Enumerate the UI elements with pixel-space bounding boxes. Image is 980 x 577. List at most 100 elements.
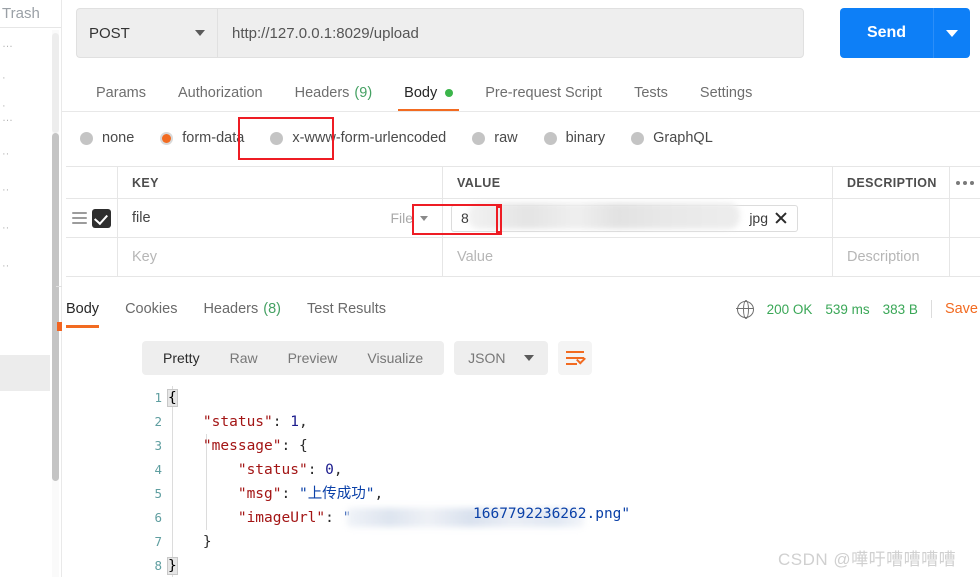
tab-pre-request-script[interactable]: Pre-request Script [469,74,618,112]
file-name-prefix: 8 [461,210,469,226]
status-code: 200 OK [766,301,813,317]
sidebar-list-item[interactable]: … [2,112,20,124]
tab-body[interactable]: Body [388,74,469,112]
chevron-down-icon [946,29,958,37]
tab-headers[interactable]: Headers (9) [279,74,389,112]
body-type-graphql[interactable]: GraphQL [631,130,713,146]
header-cell-value: VALUE [443,167,833,198]
response-tab-cookies[interactable]: Cookies [125,292,177,326]
format-pretty[interactable]: Pretty [148,350,215,366]
row-value-cell[interactable]: 8 jpg [443,199,833,237]
code-token: 0 [325,462,334,478]
header-cell-description: DESCRIPTION [833,167,950,198]
row-checkbox[interactable] [92,208,111,228]
code-line: "imageUrl": " [168,506,352,530]
format-type-select[interactable]: JSON [454,341,548,375]
chevron-down-icon [523,355,534,361]
body-type-binary[interactable]: binary [543,130,605,146]
globe-icon[interactable] [736,300,754,320]
form-data-table: KEY VALUE DESCRIPTION file File 8 jpg Ke… [66,166,980,277]
sidebar-scrollbar-thumb[interactable] [52,133,59,481]
tab-label: Headers [294,85,350,101]
line-number: 2 [154,414,162,429]
wrap-lines-button[interactable] [557,341,592,375]
line-number: 3 [154,438,162,453]
sidebar: Trash … · · … ·· ·· ·· ·· [0,0,62,577]
response-tab-headers[interactable]: Headers (8) [203,292,281,326]
header-cell-select [66,167,118,198]
response-tabs: Body Cookies Headers (8) Test Results [66,292,412,328]
response-format-toolbar: Pretty Raw Preview Visualize JSON [142,341,592,375]
tab-authorization[interactable]: Authorization [162,74,279,112]
body-type-raw[interactable]: raw [472,130,518,146]
line-number: 8 [154,558,162,573]
url-input[interactable]: http://127.0.0.1:8029/upload [217,8,804,58]
line-number: 4 [154,462,162,477]
table-options-button[interactable] [950,167,980,198]
tab-tests[interactable]: Tests [618,74,684,112]
save-response-link[interactable]: Save [945,301,978,317]
format-preview[interactable]: Preview [273,350,353,366]
request-tabs: Params Authorization Headers (9) Body Pr… [62,74,980,112]
row-value-cell[interactable]: Value [443,238,833,276]
sidebar-trash-label: Trash [2,4,40,22]
code-token: : [307,462,326,478]
sidebar-selected-item[interactable] [0,355,50,391]
code-token: : [325,510,343,526]
format-visualize[interactable]: Visualize [352,350,438,366]
sidebar-trash-item[interactable]: Trash [0,0,62,26]
file-chip[interactable]: 8 jpg [451,202,798,232]
chevron-down-icon [420,215,428,221]
header-label: KEY [132,175,159,190]
code-line: { [167,386,178,410]
drag-handle-icon[interactable] [72,212,87,224]
tab-label: Pre-request Script [485,85,603,101]
code-token: "上传成功" [298,486,375,502]
row-description-cell[interactable]: Description [833,238,950,276]
sidebar-list-item[interactable]: ·· [2,184,20,196]
send-button[interactable]: Send [840,8,933,58]
body-type-form-data[interactable]: form-data [160,130,244,146]
sidebar-list-item[interactable]: ·· [2,260,20,272]
send-options-button[interactable] [934,8,970,58]
code-token: , [374,486,384,502]
header-label: DESCRIPTION [847,175,937,190]
sidebar-list-item[interactable]: … [2,38,20,50]
row-key-cell[interactable]: Key [118,238,443,276]
tab-params[interactable]: Params [80,74,162,112]
code-token: } [167,557,178,575]
body-type-none[interactable]: none [80,130,134,146]
tab-settings[interactable]: Settings [684,74,768,112]
table-row-empty: Key Value Description [66,238,980,277]
sidebar-list-item[interactable]: · [2,100,20,112]
response-tab-body[interactable]: Body [66,292,100,328]
sidebar-list-item[interactable]: ·· [2,148,20,160]
code-line: } [167,554,178,577]
sidebar-scrollbar-thumb-upper[interactable] [52,33,59,133]
sidebar-list-item[interactable]: · [2,72,20,84]
tab-label: Cookies [125,301,178,317]
row-type-select[interactable]: File [390,210,428,226]
response-tab-test-results[interactable]: Test Results [307,292,386,326]
remove-file-icon[interactable] [774,211,788,225]
sidebar-list-item[interactable]: ·· [2,222,20,234]
format-raw[interactable]: Raw [215,350,273,366]
line-number: 6 [154,510,162,525]
radio-label: none [102,130,135,146]
url-text: http://127.0.0.1:8029/upload [232,24,419,42]
row-options-cell [950,199,980,237]
body-type-x-www-form-urlencoded[interactable]: x-www-form-urlencoded [270,130,446,146]
row-key-cell[interactable]: file File [118,199,443,237]
radio-label: form-data [182,130,245,146]
chevron-down-icon [195,30,205,36]
code-token: : [272,414,291,430]
row-description-cell[interactable] [833,199,950,237]
request-url-bar: POST http://127.0.0.1:8029/upload [76,8,804,58]
code-token: "message" [202,438,282,454]
http-method-select[interactable]: POST [76,8,217,58]
sidebar-divider [0,27,62,28]
